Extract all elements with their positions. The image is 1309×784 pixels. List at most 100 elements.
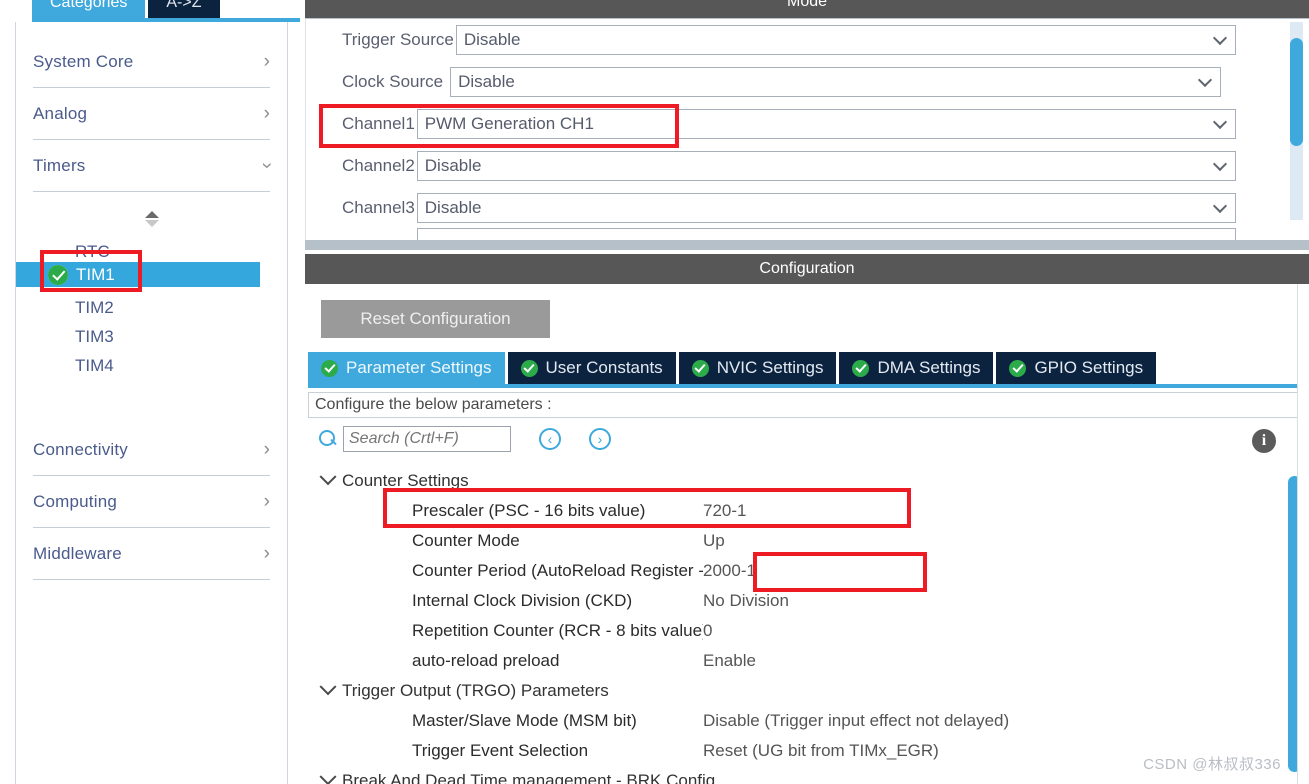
sidebar-item-system-core[interactable]: System Core › xyxy=(33,36,270,88)
configuration-tab-bar: Parameter Settings User Constants NVIC S… xyxy=(308,352,1306,384)
configuration-right-edge xyxy=(1297,284,1309,784)
peripheral-label: TIM1 xyxy=(76,264,115,284)
group-label: Counter Settings xyxy=(342,471,469,490)
spinner-up-down-icon[interactable] xyxy=(145,211,163,231)
tab-label: GPIO Settings xyxy=(1034,358,1144,377)
channel2-value: Disable xyxy=(424,156,482,175)
reset-configuration-label: Reset Configuration xyxy=(360,309,511,328)
param-value[interactable]: 2000-1 xyxy=(703,561,756,581)
chevron-down-icon xyxy=(319,678,337,696)
circle-right-arrow-icon[interactable]: › xyxy=(589,428,611,450)
tab-nvic-settings[interactable]: NVIC Settings xyxy=(678,352,837,384)
green-check-icon xyxy=(48,264,68,285)
spinner-down-arrow xyxy=(145,220,159,227)
param-name: auto-reload preload xyxy=(412,651,560,670)
group-trigger-output-trgo-parameters[interactable]: Trigger Output (TRGO) Parameters xyxy=(308,676,1306,706)
tab-parameter-settings[interactable]: Parameter Settings xyxy=(308,352,505,384)
chevron-right-icon: › xyxy=(263,543,270,564)
param-row-counter-mode[interactable]: Counter Mode Up xyxy=(308,526,1306,556)
tab-dma-settings[interactable]: DMA Settings xyxy=(839,352,994,384)
channel3-dropdown[interactable]: Disable xyxy=(416,193,1236,223)
green-check-icon xyxy=(691,359,709,377)
sidebar-item-label: Middleware xyxy=(33,543,122,563)
peripheral-label: TIM2 xyxy=(75,297,114,317)
configuration-panel-body: Reset Configuration Parameter Settings U… xyxy=(305,284,1309,784)
channel1-value: PWM Generation CH1 xyxy=(424,114,594,133)
sidebar-tab-bar: Categories A->Z xyxy=(32,0,300,20)
configure-hint-label: Configure the below parameters : xyxy=(315,396,552,413)
param-row-auto-reload-preload[interactable]: auto-reload preload Enable xyxy=(308,646,1306,676)
mode-panel: Mode Trigger Source Disable Clock Source… xyxy=(305,0,1309,250)
sidebar-item-label: Timers xyxy=(33,155,86,175)
chevron-down-icon xyxy=(319,468,337,486)
param-name: Trigger Event Selection xyxy=(412,741,589,760)
info-icon[interactable]: i xyxy=(1252,429,1276,453)
chevron-down-icon xyxy=(1212,156,1227,172)
configuration-tab-underline xyxy=(308,384,1306,388)
mode-panel-body: Trigger Source Disable Clock Source Disa… xyxy=(305,18,1309,240)
parameter-tree: Counter Settings Prescaler (PSC - 16 bit… xyxy=(308,466,1306,784)
tab-label: Parameter Settings xyxy=(346,358,492,377)
param-value[interactable]: Disable (Trigger input effect not delaye… xyxy=(703,711,1009,731)
param-value[interactable]: 720-1 xyxy=(703,501,746,521)
sidebar-item-tim2[interactable]: TIM2 xyxy=(16,295,260,320)
param-name: Internal Clock Division (CKD) xyxy=(412,591,633,610)
channel1-dropdown[interactable]: PWM Generation CH1 xyxy=(416,109,1236,139)
sidebar-item-timers[interactable]: Timers › xyxy=(33,140,277,192)
sidebar-item-rtc[interactable]: RTC xyxy=(16,239,260,264)
group-counter-settings[interactable]: Counter Settings xyxy=(308,466,1306,496)
param-row-counter-period[interactable]: Counter Period (AutoReload Register - 16… xyxy=(308,556,1306,586)
sidebar-item-computing[interactable]: Computing › xyxy=(33,476,270,528)
param-value[interactable]: No Division xyxy=(703,591,789,611)
mode-scrollbar-thumb[interactable] xyxy=(1290,38,1303,146)
sidebar-item-analog[interactable]: Analog › xyxy=(33,88,270,140)
configuration-panel-title: Configuration xyxy=(305,254,1309,284)
param-name: Prescaler (PSC - 16 bits value) xyxy=(412,501,646,520)
mode-panel-bottom-strip xyxy=(305,240,1309,250)
chevron-down-icon xyxy=(1212,30,1227,46)
tab-a-to-z[interactable]: A->Z xyxy=(148,0,220,20)
param-value[interactable]: 0 xyxy=(703,621,712,641)
param-row-prescaler[interactable]: Prescaler (PSC - 16 bits value) 720-1 xyxy=(308,496,1306,526)
param-value[interactable]: Up xyxy=(703,531,725,551)
circle-left-arrow-icon[interactable]: ‹ xyxy=(539,428,561,450)
configure-hint-bar: Configure the below parameters : xyxy=(308,392,1306,418)
search-input[interactable] xyxy=(343,426,511,452)
mode-row-partial: Channel4 xyxy=(306,228,1309,240)
tab-label: NVIC Settings xyxy=(716,358,824,377)
clock-source-dropdown[interactable]: Disable xyxy=(450,67,1222,97)
mode-panel-title: Mode xyxy=(305,0,1309,18)
chevron-down-icon xyxy=(319,768,337,784)
peripheral-label: TIM3 xyxy=(75,326,114,346)
param-value[interactable]: Enable xyxy=(703,651,756,671)
param-row-internal-clock-division[interactable]: Internal Clock Division (CKD) No Divisio… xyxy=(308,586,1306,616)
mode-row-clock-source: Clock Source Disable xyxy=(306,61,1309,103)
param-value[interactable]: Reset (UG bit from TIMx_EGR) xyxy=(703,741,939,761)
sidebar-item-tim1[interactable]: TIM1 xyxy=(16,262,260,287)
group-label: Break And Dead Time management - BRK Con… xyxy=(342,771,716,784)
sidebar-item-connectivity[interactable]: Connectivity › xyxy=(33,424,270,476)
tab-categories[interactable]: Categories xyxy=(32,0,146,20)
search-icon xyxy=(319,430,337,448)
sidebar-item-tim4[interactable]: TIM4 xyxy=(16,353,260,378)
green-check-icon xyxy=(852,359,870,377)
sidebar-item-label: Connectivity xyxy=(33,439,128,459)
chevron-down-icon xyxy=(1212,114,1227,130)
trigger-source-dropdown[interactable]: Disable xyxy=(455,25,1236,55)
tab-gpio-settings[interactable]: GPIO Settings xyxy=(996,352,1157,384)
param-name: Counter Mode xyxy=(412,531,520,550)
channel3-value: Disable xyxy=(424,198,482,217)
reset-configuration-button[interactable]: Reset Configuration xyxy=(321,300,550,338)
channel2-dropdown[interactable]: Disable xyxy=(416,151,1236,181)
trigger-source-value: Disable xyxy=(463,30,521,49)
tab-user-constants[interactable]: User Constants xyxy=(507,352,676,384)
group-label: Trigger Output (TRGO) Parameters xyxy=(342,681,609,700)
sidebar-item-tim3[interactable]: TIM3 xyxy=(16,324,260,349)
mode-row-channel2: Channel2 Disable xyxy=(306,145,1309,187)
sidebar-item-middleware[interactable]: Middleware › xyxy=(33,528,270,580)
param-row-master-slave-mode[interactable]: Master/Slave Mode (MSM bit) Disable (Tri… xyxy=(308,706,1306,736)
sidebar-item-label: System Core xyxy=(33,51,134,71)
channel4-dropdown[interactable] xyxy=(416,228,1236,240)
watermark: CSDN @林叔叔336 xyxy=(1143,756,1281,773)
param-row-repetition-counter[interactable]: Repetition Counter (RCR - 8 bits value) … xyxy=(308,616,1306,646)
